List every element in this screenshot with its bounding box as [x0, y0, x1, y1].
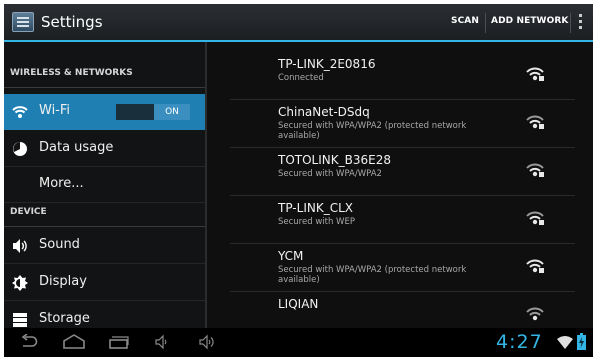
settings-sidebar: WIRELESS & NETWORKS Wi-Fi ON Data usage …: [4, 42, 205, 328]
sidebar-item-display[interactable]: Display: [4, 265, 205, 301]
status-clock: 4:27: [496, 331, 543, 353]
section-header-wireless: WIRELESS & NETWORKS: [4, 68, 205, 88]
network-status: Connected: [278, 73, 324, 83]
panel-divider: [205, 42, 207, 328]
network-ssid: LIQIAN: [278, 297, 319, 311]
wifi-signal-lock-icon: [526, 211, 544, 225]
action-bar: Settings SCAN ADD NETWORK: [4, 4, 593, 42]
network-row[interactable]: LIQIAN: [230, 292, 575, 328]
wifi-icon: [12, 106, 28, 118]
action-bar-divider: [485, 13, 486, 33]
network-ssid: TOTOLINK_B36E28: [278, 153, 391, 167]
network-status: Secured with WPA/WPA2 (protected network…: [278, 121, 467, 141]
scan-button[interactable]: SCAN: [451, 16, 479, 26]
sidebar-item-sound[interactable]: Sound: [4, 228, 205, 264]
wifi-network-list: TP-LINK_2E0816 Connected ChinaNet-DSdq S…: [205, 42, 593, 328]
sidebar-item-data-usage[interactable]: Data usage: [4, 131, 205, 167]
wifi-signal-lock-icon: [526, 307, 544, 321]
network-row[interactable]: TOTOLINK_B36E28 Secured with WPA/WPA2: [230, 148, 575, 196]
sidebar-item-label: Storage: [39, 311, 90, 326]
sidebar-item-label: Display: [39, 274, 87, 289]
action-bar-divider: [570, 13, 571, 33]
network-ssid: TP-LINK_CLX: [278, 201, 353, 215]
network-row[interactable]: TP-LINK_CLX Secured with WEP: [230, 196, 575, 244]
wifi-signal-lock-icon: [526, 163, 544, 177]
wifi-toggle-thumb[interactable]: ON: [154, 104, 190, 120]
network-status: Secured with WPA/WPA2 (protected network…: [278, 265, 467, 285]
network-row[interactable]: YCM Secured with WPA/WPA2 (protected net…: [230, 244, 575, 292]
settings-app-icon[interactable]: [12, 12, 34, 32]
sidebar-item-label: Data usage: [39, 140, 114, 155]
recent-apps-icon[interactable]: [108, 334, 130, 350]
tablet-screen: Settings SCAN ADD NETWORK WIRELESS & NET…: [4, 4, 593, 357]
wifi-toggle[interactable]: ON: [116, 104, 190, 120]
network-ssid: ChinaNet-DSdq: [278, 105, 370, 119]
sidebar-item-label: Wi-Fi: [39, 103, 71, 118]
data-usage-icon: [13, 142, 27, 156]
network-row[interactable]: TP-LINK_2E0816 Connected: [230, 52, 575, 100]
system-nav-bar: 4:27: [4, 328, 593, 357]
network-row[interactable]: ChinaNet-DSdq Secured with WPA/WPA2 (pro…: [230, 100, 575, 148]
back-icon[interactable]: [20, 334, 38, 350]
page-title: Settings: [41, 13, 103, 31]
network-status: Secured with WEP: [278, 217, 355, 227]
storage-icon: [13, 313, 27, 327]
network-status: Secured with WPA/WPA2: [278, 169, 382, 179]
sidebar-item-wifi[interactable]: Wi-Fi ON: [4, 94, 205, 130]
sidebar-item-more[interactable]: More...: [4, 167, 205, 203]
wifi-signal-lock-icon: [526, 259, 544, 273]
overflow-menu-icon[interactable]: [579, 14, 583, 32]
wifi-signal-lock-icon: [526, 115, 544, 129]
volume-up-icon[interactable]: [198, 334, 218, 350]
volume-down-icon[interactable]: [154, 334, 170, 350]
wifi-signal-lock-icon: [526, 67, 544, 81]
brightness-icon: [12, 275, 28, 291]
home-icon[interactable]: [62, 334, 86, 350]
wifi-status-icon: [557, 336, 573, 349]
sidebar-item-label: More...: [39, 176, 84, 191]
battery-icon: [577, 333, 586, 350]
network-ssid: TP-LINK_2E0816: [278, 57, 376, 71]
network-ssid: YCM: [278, 249, 304, 263]
sidebar-item-label: Sound: [39, 237, 80, 252]
add-network-button[interactable]: ADD NETWORK: [491, 16, 568, 26]
section-header-device: DEVICE: [4, 207, 205, 227]
speaker-icon: [13, 239, 27, 253]
